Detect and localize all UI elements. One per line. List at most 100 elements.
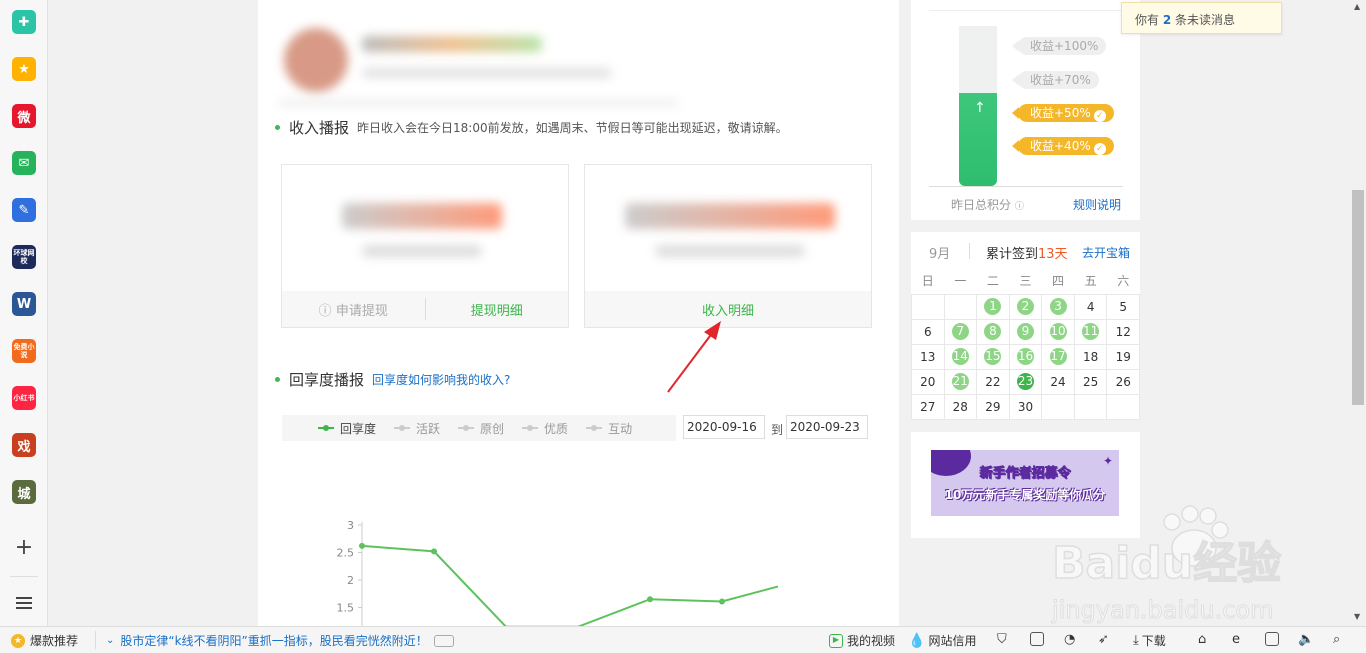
income-card: 收入明细 (584, 164, 872, 328)
weekday-header: 三 (1019, 274, 1032, 289)
scrollbar[interactable]: ▲ ▼ (1350, 0, 1366, 626)
weibo-app-glyph: 微 (17, 110, 31, 126)
hot-recommend[interactable]: ★ 爆款推荐 (11, 632, 78, 649)
svg-text:Baidu经验: Baidu经验 (1052, 538, 1281, 589)
income-section-title: 收入播报 昨日收入会在今日18:00前发放，如遇周末、节假日等可能出现延迟，敬请… (275, 117, 788, 138)
calendar-day: 5 (1106, 293, 1140, 320)
check-icon: ✓ (1093, 110, 1106, 122)
word-app-icon[interactable]: W (12, 292, 36, 316)
calendar-day: 15 (976, 343, 1010, 370)
income-note: 昨日收入会在今日18:00前发放，如遇周末、节假日等可能出现延迟，敬请谅解。 (357, 121, 788, 135)
calendar-day: 26 (1106, 368, 1140, 395)
blurred-caption (362, 245, 482, 257)
weibo-app-icon[interactable]: 微 (12, 104, 36, 128)
shield-icon[interactable]: ⛉ (997, 632, 1007, 647)
device-icon[interactable]: ⌂ (1198, 632, 1206, 647)
income-detail-link[interactable]: 收入明细 (585, 300, 871, 319)
data-point[interactable] (431, 548, 437, 555)
image-icon[interactable] (1030, 632, 1044, 646)
calendar-day: 30 (1008, 393, 1043, 420)
signin-calendar: 9月 累计签到13天 去开宝箱 日一二三四五六 1 2 3 4 5 6 7 8 9 10 11 12 13… (911, 232, 1140, 420)
scrollbar-thumb[interactable] (1352, 190, 1364, 405)
blurred-balance (342, 203, 502, 229)
gauge-tube: ↑ (959, 26, 997, 186)
calendar-day: 12 (1106, 318, 1140, 345)
annotation-arrow (667, 321, 721, 393)
banner-title: 新手作者招募令 (979, 466, 1071, 482)
date-to-label: 到 (771, 423, 784, 437)
huanqiu-app-icon[interactable]: 环球网校 (12, 245, 36, 269)
metric-tab[interactable]: 活跃 (394, 420, 440, 437)
weekday-header: 二 (986, 274, 999, 289)
health-app-icon[interactable]: ✚ (12, 10, 36, 34)
my-video-button[interactable]: ▶ 我的视频 (829, 632, 895, 649)
favorites-app-glyph: ★ (18, 61, 30, 77)
calendar-day: 27 (911, 393, 945, 420)
download-icon: ⤓ (1133, 633, 1139, 648)
calendar-day: 23 (1008, 368, 1043, 395)
calendar-day: 19 (1106, 343, 1140, 370)
date-to-input[interactable]: 2020-09-23 (786, 415, 868, 439)
rocket-icon[interactable]: ➶ (1098, 632, 1109, 647)
browser-status-bar: ★ 爆款推荐 ⌄ 股市定律“k线不看阴阳”重抓一指标，股民看完恍然附近！ ▶ 我… (0, 626, 1366, 653)
menu-list-icon[interactable] (16, 597, 32, 612)
calendar-day (1106, 393, 1140, 420)
metric-tab[interactable]: 互动 (586, 420, 632, 437)
sidebar-divider (10, 576, 38, 577)
gauge-level-tag: 收益+100% (1011, 37, 1107, 55)
blurred-caption (655, 245, 805, 257)
bullet-dot (275, 125, 280, 130)
metric-tab[interactable]: 优质 (522, 420, 568, 437)
calendar-day: 10 (1041, 318, 1075, 345)
y-tick-label: 2.5 (337, 547, 355, 560)
download-button[interactable]: ⤓ 下载 (1133, 632, 1166, 649)
speed-icon[interactable]: ◔ (1064, 632, 1075, 647)
xiaohongshu-app-glyph: 小红书 (13, 394, 35, 402)
apply-withdraw-button[interactable]: ⓘ 申请提现 (282, 300, 425, 319)
game-1-app-icon[interactable]: 戏 (12, 433, 36, 457)
game-2-app-icon[interactable]: 城 (12, 480, 36, 504)
y-tick-label: 1.5 (337, 602, 355, 615)
metric-tab[interactable]: 回享度 (318, 420, 376, 437)
data-point[interactable] (359, 542, 365, 549)
calendar-day: 1 (976, 293, 1010, 320)
total-points-label: 昨日总积分 ⓘ (951, 198, 1024, 212)
rules-link[interactable]: 规则说明 (1073, 196, 1121, 213)
favorites-app-icon[interactable]: ★ (12, 57, 36, 81)
search-icon[interactable]: ⌕ (1333, 632, 1340, 647)
share-help-link[interactable]: 回享度如何影响我的收入? (372, 371, 510, 388)
income-title: 收入播报 (289, 119, 350, 137)
data-point[interactable] (719, 598, 725, 605)
edge-icon[interactable]: e (1232, 632, 1240, 647)
check-icon: ✓ (1093, 143, 1106, 155)
ad-news-link[interactable]: ⌄ 股市定律“k线不看阴阳”重抓一指标，股民看完恍然附近！ (106, 632, 454, 649)
calendar-day: 25 (1073, 368, 1108, 395)
svg-text:jingyan.baidu.com: jingyan.baidu.com (1051, 596, 1273, 624)
site-credit-button[interactable]: 💧 网站信用 (908, 632, 976, 649)
calendar-day (911, 293, 945, 320)
add-app-icon[interactable]: + (14, 537, 34, 559)
calendar-day: 29 (976, 393, 1010, 420)
weekday-header: 四 (1052, 274, 1065, 289)
notes-app-icon[interactable]: ✎ (12, 198, 36, 222)
y-tick-label: 2 (347, 574, 354, 587)
calendar-day: 13 (911, 343, 945, 370)
volume-icon[interactable]: 🔈 (1298, 632, 1314, 647)
huanqiu-app-glyph: 环球网校 (13, 249, 35, 265)
ad-icon (433, 634, 454, 647)
calendar-day: 3 (1041, 293, 1075, 320)
metric-tab[interactable]: 原创 (458, 420, 504, 437)
open-treasure-link[interactable]: 去开宝箱 (1082, 244, 1130, 261)
window-icon[interactable] (1265, 632, 1279, 646)
xiaohongshu-app-icon[interactable]: 小红书 (12, 386, 36, 410)
weekday-header: 日 (921, 274, 934, 289)
date-from-input[interactable]: 2020-09-16 (683, 415, 765, 439)
mail-app-icon[interactable]: ✉ (12, 151, 36, 175)
word-app-glyph: W (16, 296, 32, 312)
calendar-day: 11 (1073, 318, 1108, 345)
withdraw-detail-link[interactable]: 提现明细 (426, 300, 569, 319)
unread-notice[interactable]: 你有 2 条未读消息 (1121, 2, 1282, 34)
data-point[interactable] (647, 596, 653, 603)
free-novel-app-icon[interactable]: 免费小说 (12, 339, 36, 363)
calendar-day: 28 (943, 393, 978, 420)
